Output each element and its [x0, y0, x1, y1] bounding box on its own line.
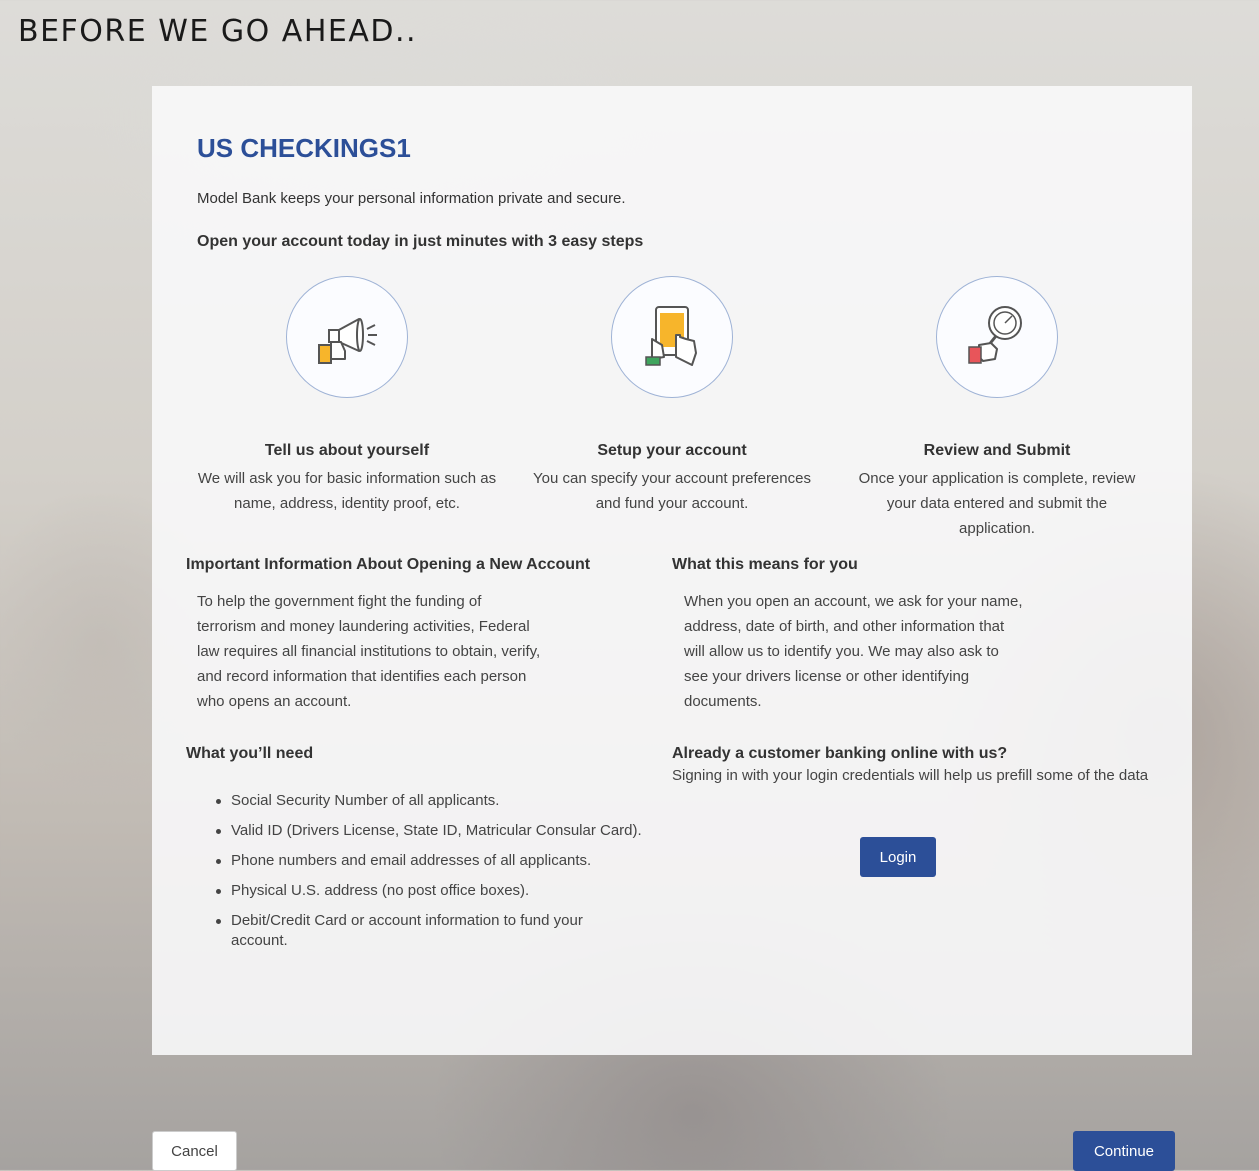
list-item: Social Security Number of all applicants…: [214, 791, 642, 811]
list-item: Phone numbers and email addresses of all…: [214, 851, 642, 871]
step-title: Setup your account: [597, 442, 747, 459]
step-description: Once your application is complete, revie…: [858, 470, 1136, 537]
list-item: Physical U.S. address (no post office bo…: [214, 881, 642, 901]
step-icon-circle: [611, 276, 733, 398]
continue-button[interactable]: Continue: [1073, 1131, 1175, 1171]
steps-heading: Open your account today in just minutes …: [197, 233, 644, 250]
means-text: When you open an account, we ask for you…: [684, 593, 1023, 710]
list-item: Debit/Credit Card or account information…: [214, 911, 631, 951]
privacy-text: Model Bank keeps your personal informati…: [197, 190, 626, 207]
step-icon-circle: [936, 276, 1058, 398]
step-description: You can specify your account preferences…: [533, 470, 811, 512]
important-info-text: To help the government fight the funding…: [197, 593, 541, 710]
step-icon-circle: [286, 276, 408, 398]
list-item: Valid ID (Drivers License, State ID, Mat…: [214, 821, 642, 841]
cancel-button[interactable]: Cancel: [152, 1131, 237, 1171]
info-card: US CHECKINGS1 Model Bank keeps your pers…: [152, 86, 1192, 1055]
product-title: US CHECKINGS1: [197, 133, 411, 163]
magnifier-icon: [968, 306, 1022, 364]
login-button[interactable]: Login: [860, 837, 936, 877]
important-info-title: Important Information About Opening a Ne…: [186, 556, 591, 573]
step-description: We will ask you for basic information su…: [197, 470, 497, 512]
tablet-touch-icon: [645, 306, 697, 366]
step-title: Review and Submit: [923, 442, 1071, 459]
megaphone-icon: [318, 318, 377, 364]
existing-customer-text: Signing in with your login credentials w…: [672, 767, 1149, 784]
means-title: What this means for you: [672, 556, 858, 573]
existing-customer-title: Already a customer banking online with u…: [672, 745, 1008, 762]
step-tell-us: Tell us about yourself We will ask you f…: [197, 276, 497, 516]
needs-title: What you’ll need: [186, 745, 314, 762]
step-setup-account: Setup your account You can specify your …: [522, 276, 822, 516]
step-title: Tell us about yourself: [264, 442, 430, 459]
step-review-submit: Review and Submit Once your application …: [847, 276, 1147, 541]
page-title: BEFORE WE GO AHEAD..: [18, 14, 418, 49]
needs-list: Social Security Number of all applicants…: [214, 791, 642, 961]
